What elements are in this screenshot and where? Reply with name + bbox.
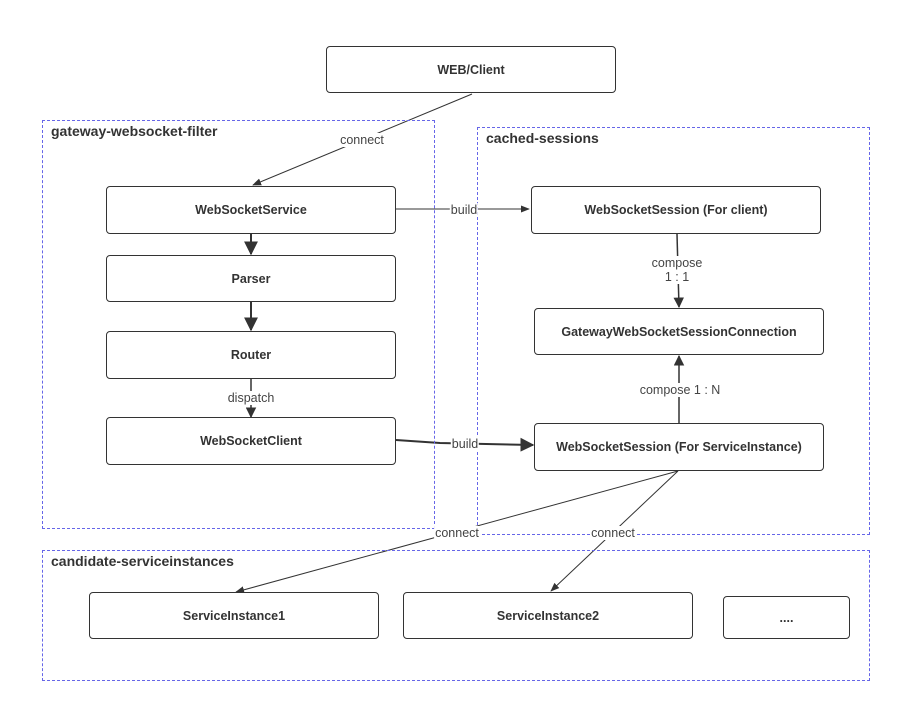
- edge-label-compose-1-1-line2: 1 : 1: [664, 270, 690, 284]
- node-service-instance-2[interactable]: ServiceInstance2: [403, 592, 693, 639]
- edge-label-router-dispatch: dispatch: [226, 391, 276, 405]
- node-router[interactable]: Router: [106, 331, 396, 379]
- node-session-for-instance[interactable]: WebSocketSession (For ServiceInstance): [534, 423, 824, 471]
- node-websocket-service-label: WebSocketService: [195, 203, 307, 217]
- node-websocket-client-label: WebSocketClient: [200, 434, 302, 448]
- node-web-client-label: WEB/Client: [437, 62, 505, 77]
- node-session-for-instance-label: WebSocketSession (For ServiceInstance): [556, 440, 802, 454]
- edge-label-instance1-connect: connect: [434, 526, 480, 540]
- node-websocket-service[interactable]: WebSocketService: [106, 186, 396, 234]
- group-title-gateway: gateway-websocket-filter: [51, 123, 218, 139]
- edge-label-compose-1-1-line1: compose: [651, 256, 703, 270]
- node-web-client[interactable]: WEB/Client: [326, 46, 616, 93]
- group-title-cached: cached-sessions: [486, 130, 599, 146]
- edge-label-client-build: build: [450, 437, 480, 451]
- node-service-instance-2-label: ServiceInstance2: [496, 608, 600, 623]
- node-service-instance-1-label: ServiceInstance1: [182, 608, 286, 623]
- edge-label-instance2-connect: connect: [590, 526, 636, 540]
- node-parser[interactable]: Parser: [106, 255, 396, 302]
- edge-label-client-connect: connect: [339, 133, 385, 147]
- node-parser-label: Parser: [231, 271, 271, 286]
- node-session-connection-label: GatewayWebSocketSessionConnection: [561, 324, 797, 339]
- node-router-label: Router: [230, 348, 272, 362]
- node-more-instances[interactable]: ....: [723, 596, 850, 639]
- group-gateway-websocket-filter: gateway-websocket-filter: [42, 120, 435, 529]
- node-service-instance-1[interactable]: ServiceInstance1: [89, 592, 379, 639]
- node-session-for-client[interactable]: WebSocketSession (For client): [531, 186, 821, 234]
- edge-label-compose-1-1: compose 1 : 1: [650, 256, 704, 284]
- group-title-candidates: candidate-serviceinstances: [51, 553, 234, 569]
- node-more-instances-label: ....: [779, 610, 794, 625]
- node-session-for-client-label: WebSocketSession (For client): [584, 203, 768, 217]
- edge-label-service-build: build: [449, 203, 479, 217]
- node-websocket-client[interactable]: WebSocketClient: [106, 417, 396, 465]
- node-session-connection[interactable]: GatewayWebSocketSessionConnection: [534, 308, 824, 355]
- edge-label-compose-1-n: compose 1 : N: [638, 383, 722, 397]
